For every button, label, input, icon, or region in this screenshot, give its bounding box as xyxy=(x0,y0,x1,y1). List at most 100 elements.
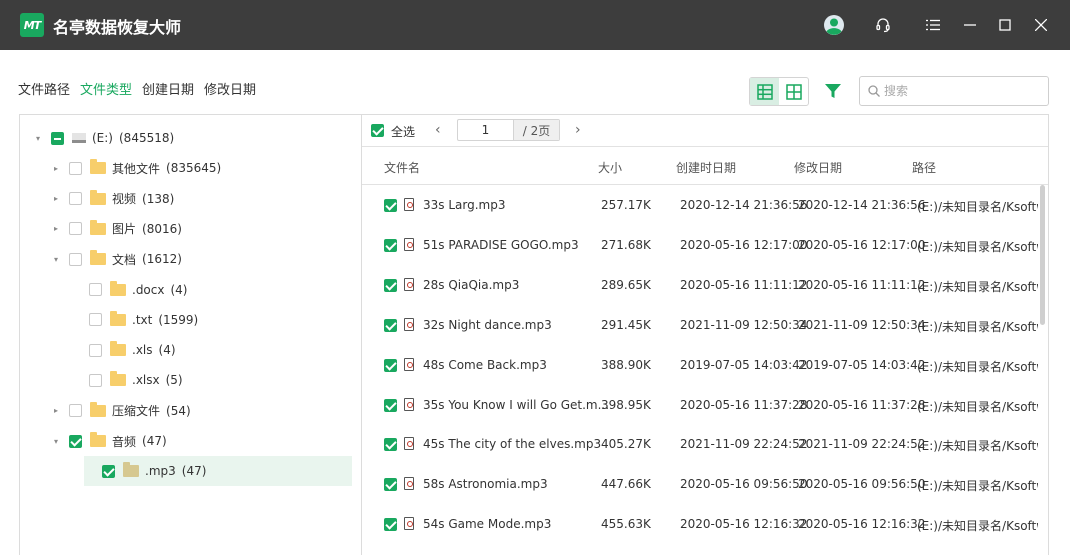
row-checkbox[interactable] xyxy=(384,238,397,252)
tree-node-checkbox[interactable] xyxy=(89,283,102,296)
table-row[interactable]: 28s QiaQia.mp3 289.65K 2020-05-16 11:11:12… xyxy=(362,265,1038,305)
close-icon[interactable] xyxy=(1028,12,1054,38)
tree-node[interactable]: ▸ 图片 (8016) xyxy=(20,214,340,244)
tree-node-checkbox[interactable] xyxy=(69,222,82,236)
file-size: 447.66K xyxy=(601,477,651,492)
expand-arrow-icon[interactable]: ▾ xyxy=(51,255,61,264)
tree-node-checkbox[interactable] xyxy=(69,434,82,448)
created-date: 2020-05-16 12:16:32 xyxy=(680,517,808,532)
audio-file-icon xyxy=(404,357,414,371)
tree-node[interactable]: .xlsx (5) xyxy=(20,365,340,395)
table-row[interactable]: 45s The city of the elves.mp3 405.27K 2021… xyxy=(362,424,1038,464)
tree-node-checkbox[interactable] xyxy=(69,161,82,175)
select-all-label: 全选 xyxy=(391,125,416,139)
folder-icon xyxy=(90,250,106,266)
tree-node-checkbox[interactable] xyxy=(69,404,82,418)
table-row[interactable]: 33s Larg.mp3 257.17K 2020-12-14 21:36:56 20… xyxy=(362,185,1038,225)
tree-node-label: 其他文件 xyxy=(112,161,161,176)
tree-node-checkbox[interactable] xyxy=(51,131,64,145)
menu-icon[interactable] xyxy=(920,12,946,38)
table-row[interactable]: 51s PARADISE GOGO.mp3 271.68K 2020-05-16 1… xyxy=(362,225,1038,265)
user-avatar-icon[interactable] xyxy=(821,12,847,38)
tree-node[interactable]: ▾ 文档 (1612) xyxy=(20,244,340,274)
tree-node[interactable]: .xls (4) xyxy=(20,335,340,365)
tree-node[interactable]: ▸ 视频 (138) xyxy=(20,184,340,214)
tab-modified-date[interactable]: 修改日期 xyxy=(204,79,256,98)
row-checkbox[interactable] xyxy=(384,278,397,292)
filter-icon[interactable] xyxy=(823,81,845,103)
expand-arrow-icon[interactable]: ▾ xyxy=(33,134,43,143)
row-checkbox[interactable] xyxy=(384,478,397,492)
tab-file-type[interactable]: 文件类型 xyxy=(80,79,132,98)
tree-node-checkbox[interactable] xyxy=(69,252,82,266)
tree-node[interactable]: .mp3 (47) xyxy=(84,456,352,487)
folder-icon xyxy=(123,462,139,478)
tree-node-label: .docx xyxy=(132,282,165,297)
tree-node-checkbox[interactable] xyxy=(89,373,102,387)
tree-node-count: (54) xyxy=(166,403,191,418)
table-row[interactable]: 32s Night dance.mp3 291.45K 2021-11-09 12:… xyxy=(362,305,1038,345)
maximize-icon[interactable] xyxy=(992,12,1018,38)
table-row[interactable]: 54s Game Mode.mp3 455.63K 2020-05-16 12:16… xyxy=(362,504,1038,544)
row-checkbox[interactable] xyxy=(384,518,397,532)
view-mode-toggle xyxy=(749,77,809,106)
file-name: 51s PARADISE GOGO.mp3 xyxy=(423,237,579,252)
drive-icon xyxy=(72,133,86,143)
file-size: 291.45K xyxy=(601,317,651,332)
collapse-arrow-icon[interactable]: ▸ xyxy=(51,406,61,415)
tree-node-checkbox[interactable] xyxy=(89,313,102,327)
page-total: / 2页 xyxy=(514,120,559,140)
collapse-arrow-icon[interactable]: ▸ xyxy=(51,164,61,173)
tree-node[interactable]: .docx (4) xyxy=(20,275,340,305)
row-checkbox[interactable] xyxy=(384,438,397,452)
page-number-input[interactable]: 1 xyxy=(458,120,514,140)
row-checkbox[interactable] xyxy=(384,358,397,372)
column-header-name[interactable]: 文件名 xyxy=(384,159,420,176)
tab-file-path[interactable]: 文件路径 xyxy=(18,79,70,98)
grid-view-icon[interactable] xyxy=(779,78,808,105)
tree-node-checkbox[interactable] xyxy=(69,192,82,206)
tree-node[interactable]: ▾ (E:) (845518) xyxy=(20,123,340,153)
table-row[interactable]: 35s You Know I will Go Get.m... 398.95K 20… xyxy=(362,385,1038,425)
list-view-icon[interactable] xyxy=(750,78,779,105)
tree-node-count: (5) xyxy=(165,373,183,388)
prev-page-button[interactable]: ‹ xyxy=(435,122,441,138)
audio-file-icon xyxy=(404,198,414,211)
audio-file-icon xyxy=(404,237,414,251)
search-input[interactable] xyxy=(884,84,1034,98)
audio-file-icon xyxy=(404,517,414,531)
collapse-arrow-icon[interactable]: ▸ xyxy=(51,224,61,233)
row-checkbox[interactable] xyxy=(384,398,397,412)
folder-icon xyxy=(90,159,106,175)
tab-created-date[interactable]: 创建日期 xyxy=(142,79,194,98)
app-logo-text: MT xyxy=(23,18,41,32)
column-header-size[interactable]: 大小 xyxy=(598,159,622,176)
collapse-arrow-icon[interactable]: ▸ xyxy=(51,194,61,203)
tree-node-label: 音频 xyxy=(112,434,137,449)
column-header-modified[interactable]: 修改日期 xyxy=(794,159,842,176)
file-type-tree: ▾ (E:) (845518) ▸ 其他文件 (835645) ▸ 视频 (138) ▸ 图片 (80… xyxy=(19,114,362,555)
table-row[interactable]: 58s Astronomia.mp3 447.66K 2020-05-16 09:5… xyxy=(362,464,1038,504)
tree-node-checkbox[interactable] xyxy=(89,343,102,357)
tree-node[interactable]: ▸ 压缩文件 (54) xyxy=(20,396,340,426)
row-checkbox[interactable] xyxy=(384,199,397,212)
created-date: 2020-05-16 09:56:50 xyxy=(680,477,808,492)
tree-node-checkbox[interactable] xyxy=(102,464,115,478)
app-title: 名亭数据恢复大师 xyxy=(53,18,182,37)
column-header-created[interactable]: 创建时日期 xyxy=(676,159,736,176)
select-all-checkbox[interactable] xyxy=(371,124,384,137)
file-name: 48s Come Back.mp3 xyxy=(423,357,547,372)
row-checkbox[interactable] xyxy=(384,318,397,332)
list-scrollbar[interactable] xyxy=(1040,185,1045,325)
tree-node[interactable]: ▾ 音频 (47) xyxy=(20,426,340,456)
table-row[interactable]: 48s Come Back.mp3 388.90K 2019-07-05 14:03… xyxy=(362,345,1038,385)
minimize-icon[interactable] xyxy=(957,12,983,38)
headset-icon[interactable] xyxy=(870,12,896,38)
next-page-button[interactable]: › xyxy=(575,122,581,138)
folder-icon xyxy=(90,401,106,417)
modified-date: 2021-11-09 12:50:34 xyxy=(798,317,926,332)
column-header-path[interactable]: 路径 xyxy=(912,159,936,176)
expand-arrow-icon[interactable]: ▾ xyxy=(51,437,61,446)
tree-node[interactable]: ▸ 其他文件 (835645) xyxy=(20,153,340,183)
tree-node[interactable]: .txt (1599) xyxy=(20,305,340,335)
